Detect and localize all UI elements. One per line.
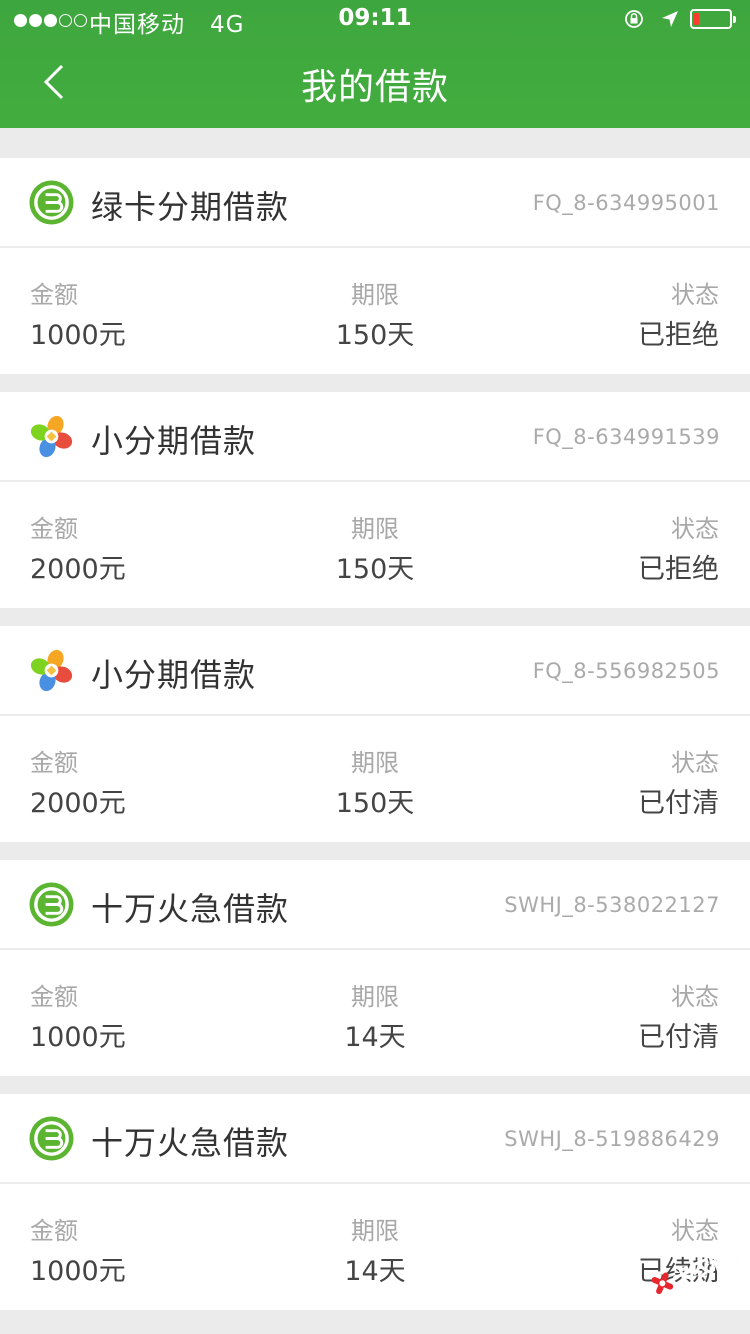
loan-status: 已付清 <box>638 1022 719 1053</box>
green-card-logo-icon <box>29 1116 74 1161</box>
loan-code: SWHJ_8-519886429 <box>504 1127 720 1151</box>
loan-card[interactable]: 十万火急借款 SWHJ_8-538022127 金额 期限 状态 1000元 1… <box>0 860 750 1076</box>
pinwheel-logo-icon <box>30 415 73 458</box>
loan-card[interactable]: 十万火急借款 SWHJ_8-519886429 金额 期限 状态 1000元 1… <box>0 1094 750 1310</box>
loan-code: FQ_8-634995001 <box>532 191 720 215</box>
pinwheel-logo-icon <box>30 649 73 692</box>
loan-status: 已付清 <box>638 788 719 819</box>
loan-code: FQ_8-634991539 <box>532 425 720 449</box>
page-title: 我的借款 <box>300 67 449 108</box>
loan-card[interactable]: 小分期借款 FQ_8-556982505 金额 期限 状态 2000元 150天… <box>0 626 750 842</box>
term-label: 期限 <box>351 1217 399 1245</box>
watermark-logo: 卡农社区 <box>651 1238 750 1295</box>
loan-name: 十万火急借款 <box>91 1124 290 1162</box>
loan-card-header: 小分期借款 FQ_8-634991539 <box>0 392 750 482</box>
green-card-logo-icon <box>29 180 74 225</box>
loan-card-header: 绿卡分期借款 FQ_8-634995001 <box>0 158 750 248</box>
status-label: 状态 <box>671 983 719 1011</box>
loan-card[interactable]: 绿卡分期借款 FQ_8-634995001 金额 期限 状态 1000元 150… <box>0 158 750 374</box>
term-label: 期限 <box>351 281 399 309</box>
loan-card[interactable]: 小分期借款 FQ_8-634991539 金额 期限 状态 2000元 150天… <box>0 392 750 608</box>
loan-status: 已拒绝 <box>638 554 719 585</box>
status-label: 状态 <box>671 515 719 543</box>
loan-name: 绿卡分期借款 <box>91 188 290 226</box>
loan-card-header: 十万火急借款 SWHJ_8-538022127 <box>0 860 750 950</box>
status-label: 状态 <box>671 749 719 777</box>
term-label: 期限 <box>351 749 399 777</box>
term-label: 期限 <box>351 983 399 1011</box>
loan-code: SWHJ_8-538022127 <box>504 893 720 917</box>
watermark-text: 卡农社区 <box>669 1239 750 1291</box>
battery-icon <box>690 9 736 29</box>
loan-name: 小分期借款 <box>91 422 257 460</box>
app-header: 中国移动 4G 09:11 我的借款 <box>0 0 750 128</box>
loan-card-header: 小分期借款 FQ_8-556982505 <box>0 626 750 716</box>
status-label: 状态 <box>671 281 719 309</box>
term-label: 期限 <box>351 515 399 543</box>
loan-name: 十万火急借款 <box>91 890 290 928</box>
green-card-logo-icon <box>29 882 74 927</box>
loan-name: 小分期借款 <box>91 656 257 694</box>
loan-card-header: 十万火急借款 SWHJ_8-519886429 <box>0 1094 750 1184</box>
location-arrow-icon <box>662 11 678 27</box>
rotation-lock-icon <box>625 10 643 28</box>
loan-code: FQ_8-556982505 <box>532 659 720 683</box>
status-bar: 中国移动 4G 09:11 <box>0 0 750 40</box>
loan-status: 已拒绝 <box>638 320 719 351</box>
